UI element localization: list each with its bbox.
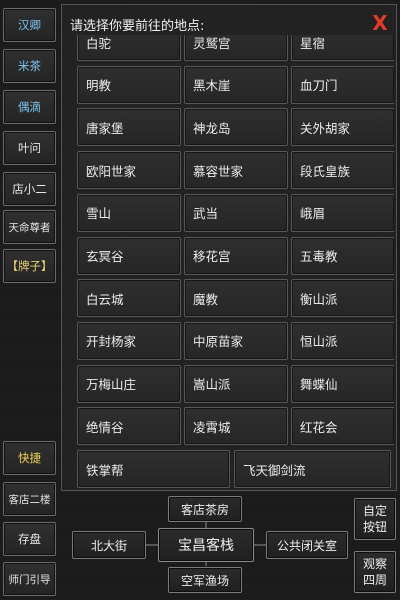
quick-menu-item-1[interactable]: 客店二楼: [3, 482, 56, 516]
sidebar-npc-3[interactable]: 叶问: [3, 131, 56, 165]
location-button[interactable]: 明教: [77, 65, 181, 104]
observe-button[interactable]: 观察 四周: [354, 551, 396, 593]
location-button[interactable]: 灵鹫宫: [184, 35, 288, 61]
location-button[interactable]: 凌霄城: [184, 407, 288, 446]
travel-dialog: 请选择你要前往的地点: X 白驼 灵鹫宫 星宿明教 黑木崖 血刀门唐家堡 神龙岛 关外胡家欧…: [61, 4, 397, 491]
location-button[interactable]: 唐家堡: [77, 108, 181, 147]
location-button[interactable]: 武当: [184, 193, 288, 232]
location-button[interactable]: 玄冥谷: [77, 236, 181, 275]
location-button[interactable]: 段氏皇族: [291, 151, 394, 190]
location-button[interactable]: 白驼: [77, 35, 181, 61]
location-button[interactable]: 雪山: [77, 193, 181, 232]
sidebar-npc-0[interactable]: 汉卿: [3, 8, 56, 42]
location-grid[interactable]: 白驼 灵鹫宫 星宿明教 黑木崖 血刀门唐家堡 神龙岛 关外胡家欧阳世家 慕容世家 段氏皇族雪山武…: [72, 35, 394, 490]
location-button[interactable]: 关外胡家: [291, 108, 394, 147]
location-button[interactable]: 万梅山庄: [77, 364, 181, 403]
location-button[interactable]: 星宿: [291, 35, 394, 61]
quick-menu-item-0[interactable]: 快捷: [3, 441, 56, 475]
location-button[interactable]: 神龙岛: [184, 108, 288, 147]
exit-south-button[interactable]: 空军渔场: [168, 567, 242, 593]
location-button[interactable]: 中原苗家: [184, 321, 288, 360]
location-button[interactable]: 峨眉: [291, 193, 394, 232]
location-button[interactable]: 嵩山派: [184, 364, 288, 403]
quick-menu-item-3[interactable]: 师门引导: [3, 562, 56, 596]
map-connector-west: [146, 544, 158, 546]
location-button[interactable]: 欧阳世家: [77, 151, 181, 190]
exit-east-button[interactable]: 公共闭关室: [266, 531, 348, 559]
exit-west-button[interactable]: 北大街: [72, 531, 146, 559]
dialog-title: 请选择你要前往的地点:: [70, 19, 205, 34]
location-button[interactable]: 五毒教: [291, 236, 394, 275]
location-button[interactable]: 慕容世家: [184, 151, 288, 190]
location-button[interactable]: 移花宫: [184, 236, 288, 275]
location-button[interactable]: 血刀门: [291, 65, 394, 104]
sidebar-npc-4[interactable]: 店小二: [3, 172, 56, 206]
location-button[interactable]: 飞天御剑流: [234, 450, 391, 488]
sidebar-npc-5[interactable]: 天命尊者: [3, 210, 56, 244]
location-button[interactable]: 红花会: [291, 407, 394, 446]
exit-north-button[interactable]: 客店茶房: [168, 496, 242, 522]
sidebar-npc-6[interactable]: 【牌子】: [3, 249, 56, 283]
close-button[interactable]: X: [368, 10, 392, 36]
location-button[interactable]: 衡山派: [291, 279, 394, 318]
map-connector-east: [254, 544, 266, 546]
location-button[interactable]: 恒山派: [291, 321, 394, 360]
current-location: 宝昌客栈: [158, 528, 254, 562]
location-button[interactable]: 黑木崖: [184, 65, 288, 104]
custom-button[interactable]: 自定 按钮: [354, 498, 396, 540]
close-icon: X: [372, 11, 388, 35]
sidebar-npc-2[interactable]: 偶滴: [3, 90, 56, 124]
location-button[interactable]: 白云城: [77, 279, 181, 318]
quick-menu-item-2[interactable]: 存盘: [3, 522, 56, 556]
location-button[interactable]: 舞蝶仙: [291, 364, 394, 403]
location-button[interactable]: 铁掌帮: [77, 450, 230, 488]
location-button[interactable]: 绝情谷: [77, 407, 181, 446]
location-button[interactable]: 开封杨家: [77, 321, 181, 360]
location-button[interactable]: 魔教: [184, 279, 288, 318]
sidebar-npc-1[interactable]: 米茶: [3, 49, 56, 83]
